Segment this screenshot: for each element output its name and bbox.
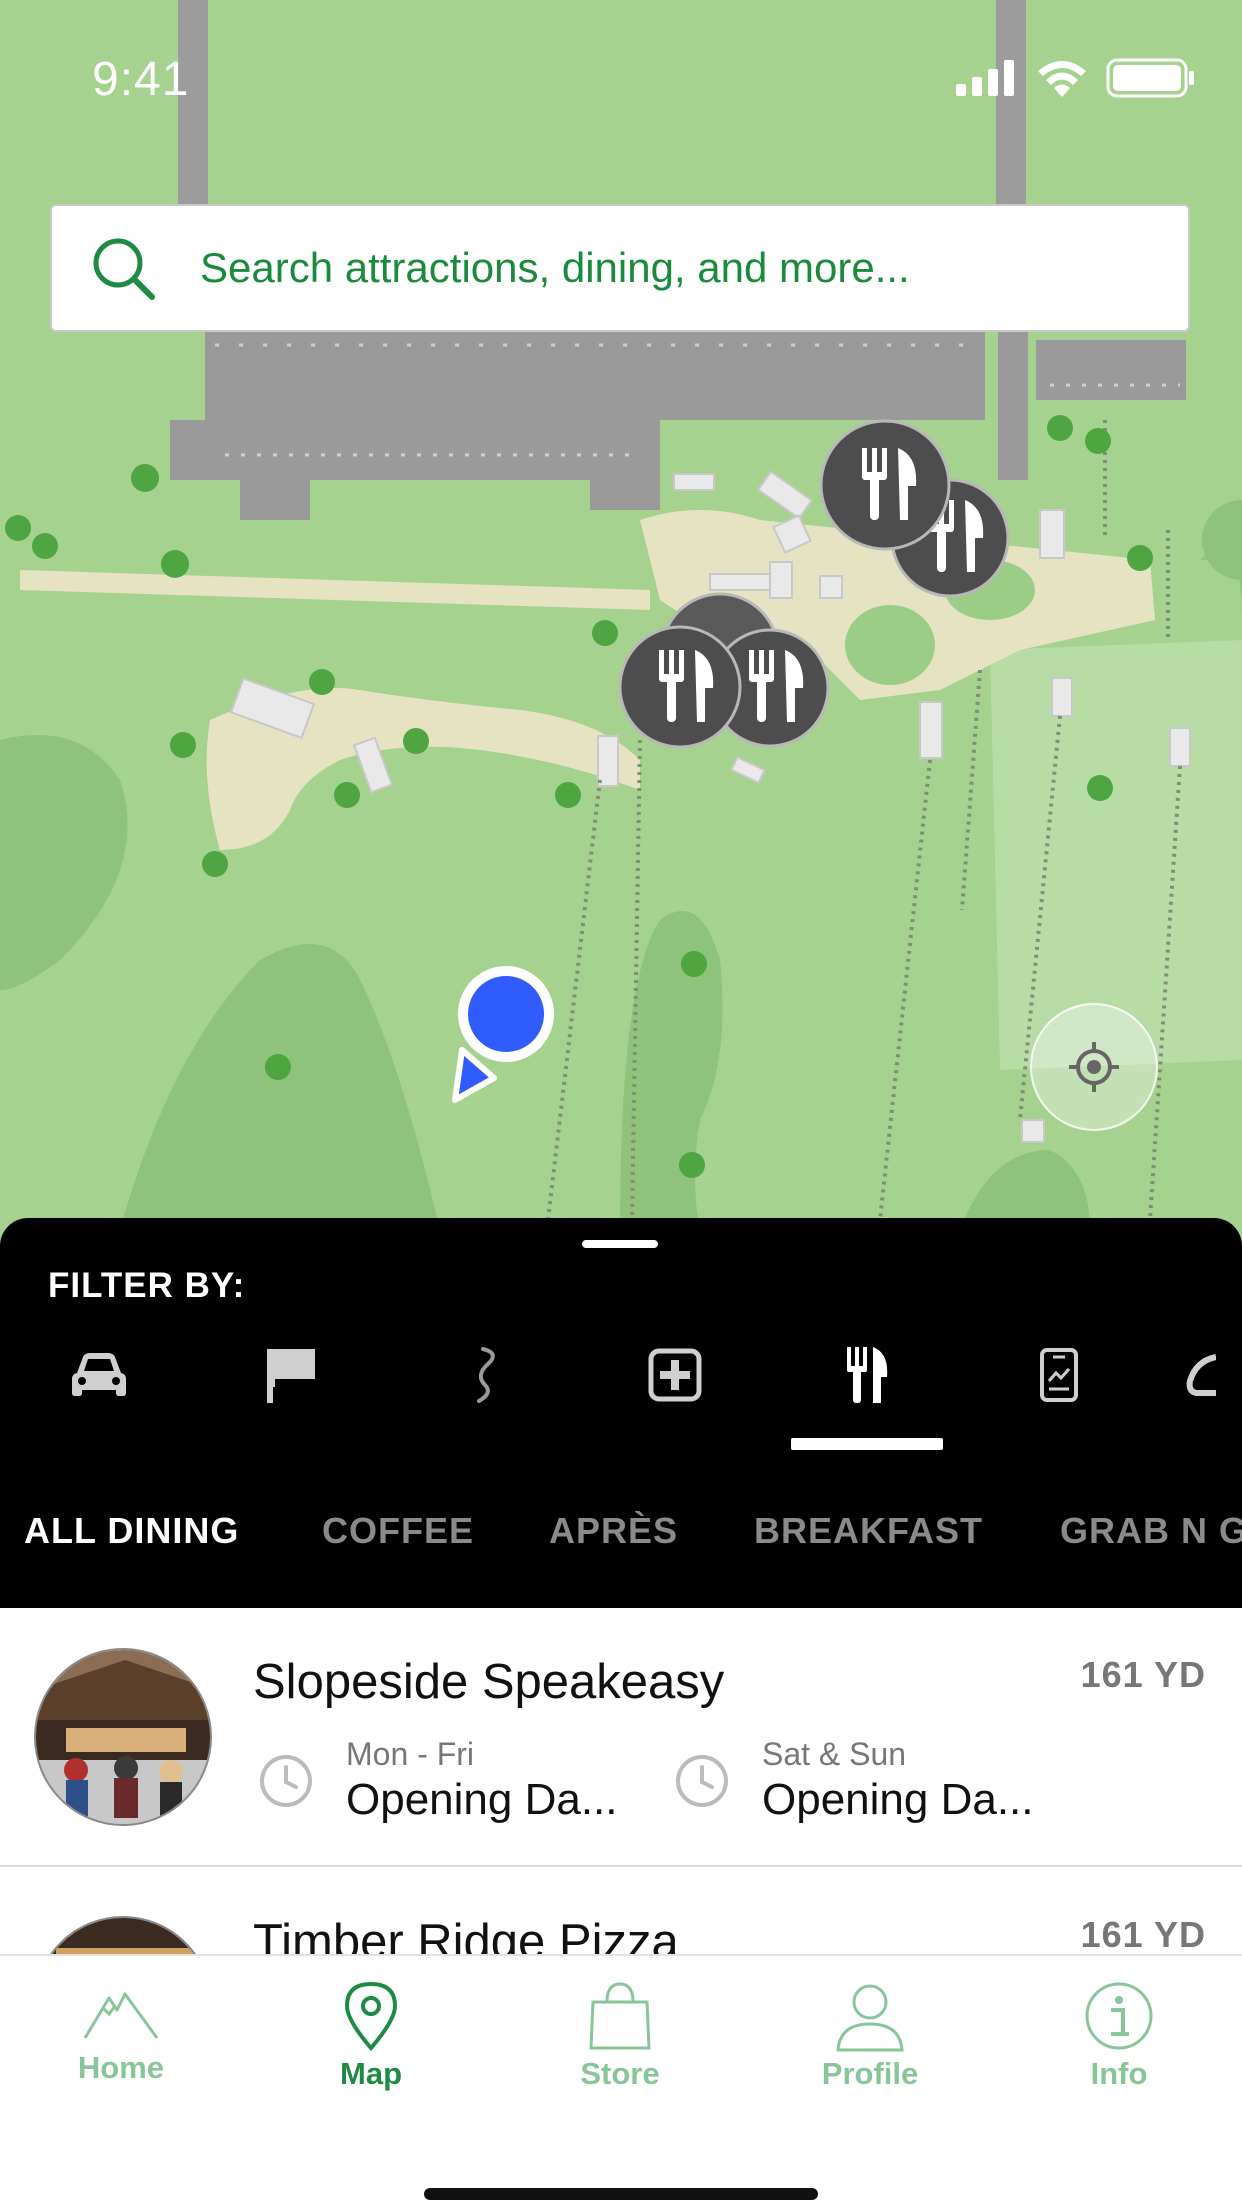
venue-name: Timber Ridge Pizza [253, 1915, 679, 1958]
search-bar[interactable] [50, 204, 1190, 332]
tab-label: Map [340, 2056, 402, 2091]
dining-pin[interactable] [618, 625, 742, 749]
hours-days: Sat & Sun [762, 1736, 907, 1772]
weekend-hours: Sat & Sun Opening Da... [674, 1736, 1034, 1825]
dining-subcategory-tabs: ALL DINING COFFEE APRÈS BREAKFAST GRAB N… [0, 1510, 1242, 1570]
venue-name: Slopeside Speakeasy [253, 1655, 725, 1709]
tab-label: Profile [821, 2056, 919, 2091]
activities-filter-button[interactable] [226, 1330, 356, 1420]
dining-list: Slopeside Speakeasy 161 YD Mon - Fri Ope… [0, 1608, 1242, 1958]
more-filter-button[interactable] [1186, 1330, 1242, 1420]
parking-filter-button[interactable] [34, 1330, 164, 1420]
info-icon [1085, 1982, 1153, 2050]
subtab-apres[interactable]: APRÈS [549, 1510, 678, 1552]
clock-icon [260, 1754, 312, 1807]
active-filter-indicator [791, 1438, 943, 1450]
search-icon [93, 238, 155, 300]
venue-photo [34, 1916, 212, 1958]
hours-value: Opening Da... [346, 1775, 618, 1824]
status-time: 9:41 [92, 53, 190, 106]
trail-icon [477, 1347, 495, 1403]
tab-label: Store [580, 2056, 660, 2091]
dining-icon [847, 1347, 888, 1403]
subtab-coffee[interactable]: COFFEE [322, 1510, 474, 1552]
tab-label: Home [77, 2050, 165, 2085]
sheet-drag-handle[interactable] [582, 1240, 658, 1248]
first-aid-icon [648, 1348, 702, 1402]
tab-map[interactable]: Map [281, 1980, 461, 2092]
hours-days: Mon - Fri [346, 1736, 474, 1772]
person-icon [836, 1984, 904, 2052]
list-item[interactable]: Slopeside Speakeasy 161 YD Mon - Fri Ope… [0, 1608, 1242, 1867]
recenter-location-button[interactable] [1030, 1003, 1158, 1131]
tab-label: Info [1090, 2056, 1148, 2091]
dining-pin[interactable] [819, 419, 951, 551]
list-item[interactable]: Timber Ridge Pizza 161 YD [0, 1866, 1242, 1958]
flag-icon [267, 1349, 315, 1403]
first-aid-filter-button[interactable] [610, 1330, 740, 1420]
tab-info[interactable]: Info [1029, 1980, 1209, 2092]
home-indicator [424, 2188, 818, 2200]
phone-app-icon [1040, 1348, 1078, 1402]
filter-category-bar [0, 1330, 1242, 1440]
venue-photo [34, 1648, 212, 1826]
subtab-breakfast[interactable]: BREAKFAST [754, 1510, 983, 1552]
subtab-all-dining[interactable]: ALL DINING [24, 1510, 239, 1552]
trails-filter-button[interactable] [418, 1330, 548, 1420]
map-pin-icon [344, 1981, 398, 2052]
hours-value: Opening Da... [762, 1775, 1034, 1824]
dining-filter-button[interactable] [802, 1330, 932, 1420]
venue-distance: 161 YD [1080, 1654, 1206, 1695]
venue-distance: 161 YD [1080, 1914, 1206, 1955]
clock-icon [676, 1754, 728, 1807]
lift-tickets-filter-button[interactable] [994, 1330, 1124, 1420]
signal-icon [956, 60, 1014, 96]
tab-profile[interactable]: Profile [780, 1980, 960, 2092]
tab-bar: Home Map Store Profile Info [0, 1954, 1242, 2208]
filter-label: FILTER BY: [48, 1266, 246, 1305]
mountain-icon [83, 1992, 159, 2039]
bag-icon [589, 1982, 651, 2050]
crosshair-icon [1069, 1042, 1119, 1092]
weekday-hours: Mon - Fri Opening Da... [258, 1736, 618, 1825]
tab-home[interactable]: Home [31, 1980, 211, 2086]
car-icon [72, 1353, 126, 1396]
status-icons [956, 58, 1196, 98]
more-icon [1186, 1354, 1216, 1396]
wifi-icon [1038, 61, 1086, 97]
subtab-grab-n-go[interactable]: GRAB N G [1060, 1510, 1242, 1552]
search-input[interactable] [198, 243, 1102, 293]
battery-icon [1106, 58, 1194, 98]
tab-store[interactable]: Store [530, 1980, 710, 2092]
